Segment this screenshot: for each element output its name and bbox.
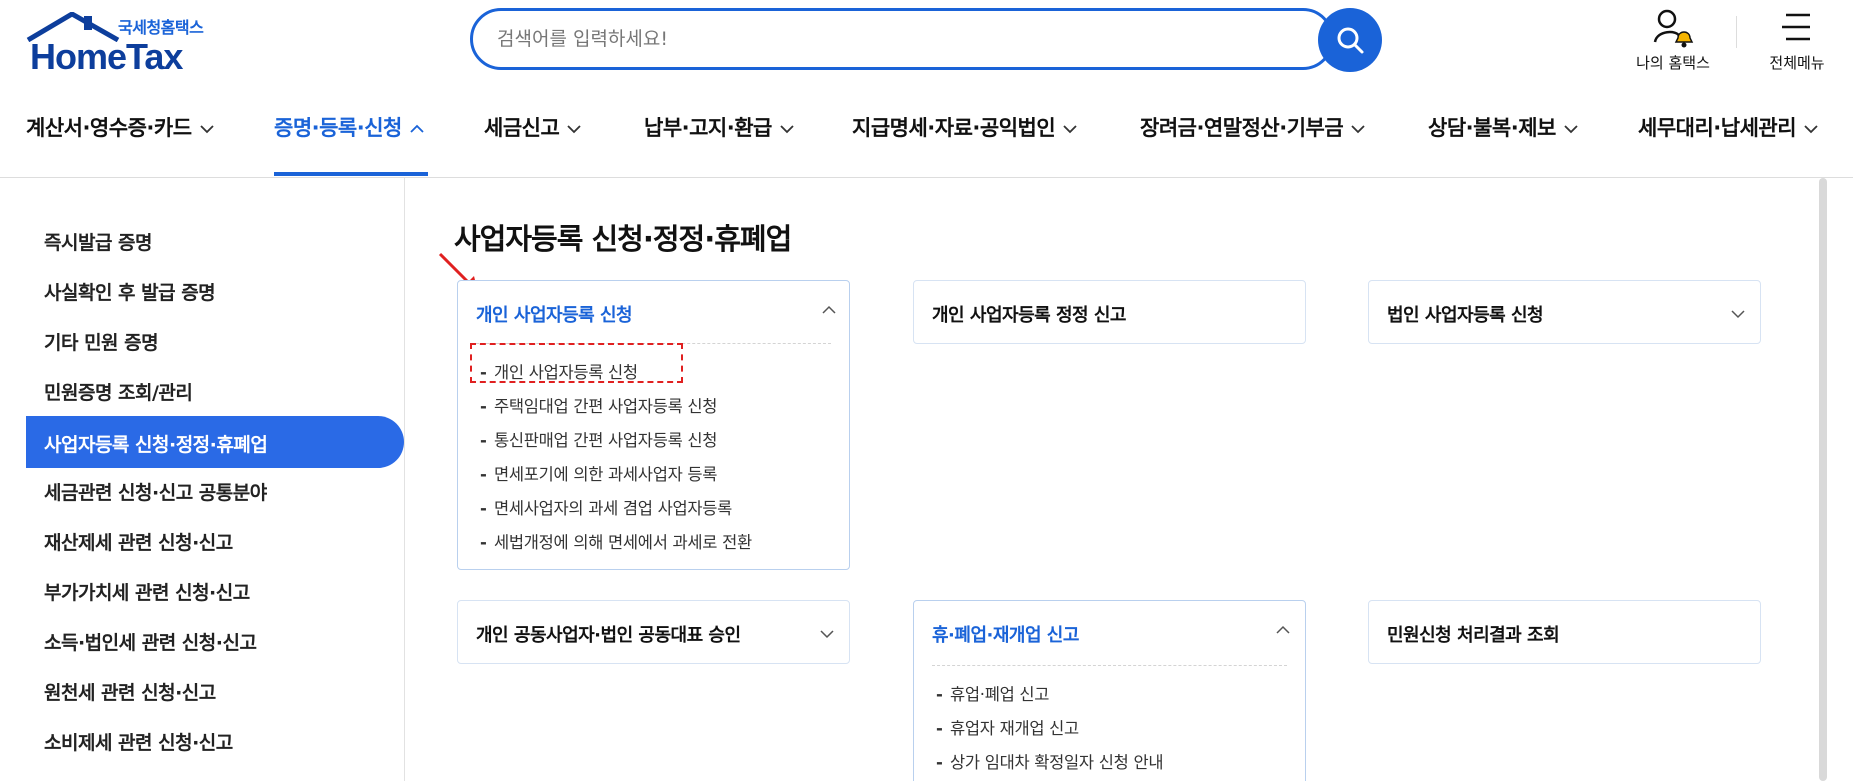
sidebar-item-common-tax[interactable]: 세금관련 신청·신고 공통분야 [44, 478, 267, 505]
card-title: 법인 사업자등록 신청 [1387, 305, 1544, 326]
sidebar-item-withholding-tax[interactable]: 원천세 관련 신청·신고 [44, 678, 216, 705]
my-hometax-label: 나의 홈택스 [1636, 54, 1710, 72]
card-corporate-registration[interactable]: 법인 사업자등록 신청 [1368, 280, 1761, 344]
chevron-down-icon [780, 125, 794, 134]
sidebar-item-vat[interactable]: 부가가치세 관련 신청·신고 [44, 578, 250, 605]
nav-item-label: 계산서·영수증·카드 [26, 116, 192, 140]
sidebar: 즉시발급 증명 사실확인 후 발급 증명 기타 민원 증명 민원증명 조회/관리… [0, 178, 405, 781]
nav-item-tax-agent[interactable]: 세무대리·납세관리 [1638, 112, 1818, 152]
nav-item-label: 지급명세·자료·공익법인 [852, 116, 1056, 140]
sidebar-item-consumption-tax[interactable]: 소비제세 관련 신청·신고 [44, 728, 233, 755]
search-input[interactable] [497, 11, 1197, 67]
nav-item-certificate-registration[interactable]: 증명·등록·신청 [274, 112, 424, 152]
card-title[interactable]: 휴·폐업·재개업 신고 [932, 621, 1079, 647]
sidebar-item-label: 사업자등록 신청·정정·휴폐업 [44, 434, 268, 456]
card-divider [932, 665, 1287, 666]
page-title: 사업자등록 신청·정정·휴폐업 [454, 222, 792, 256]
card-title: 개인 공동사업자·법인 공동대표 승인 [476, 625, 741, 646]
search-button[interactable] [1318, 8, 1382, 72]
chevron-up-icon [410, 124, 424, 133]
logo-wordmark: HomeTax [30, 36, 183, 77]
sidebar-item-income-corporate-tax[interactable]: 소득·법인세 관련 신청·신고 [44, 628, 257, 655]
all-menu-button[interactable]: 전체메뉴 [1760, 6, 1834, 72]
nav-item-label: 상담·불복·제보 [1428, 116, 1556, 140]
link-tax-law-conversion[interactable]: - 세법개정에 의해 면세에서 과세로 전환 [480, 529, 752, 553]
chevron-down-icon [820, 630, 834, 639]
sidebar-item-instant-certificate[interactable]: 즉시발급 증명 [44, 228, 153, 255]
nav-item-label: 세무대리·납세관리 [1638, 116, 1797, 140]
link-mail-order-registration[interactable]: - 통신판매업 간편 사업자등록 신청 [480, 427, 717, 451]
chevron-down-icon [1804, 125, 1818, 134]
page-scrollbar[interactable] [1819, 178, 1827, 781]
link-reopening-report[interactable]: - 휴업자 재개업 신고 [936, 715, 1079, 739]
logo-subtitle: 국세청홈택스 [118, 18, 204, 37]
all-menu-label: 전체메뉴 [1769, 54, 1825, 72]
sidebar-item-other-certificate[interactable]: 기타 민원 증명 [44, 328, 159, 355]
hometax-logo[interactable]: 국세청홈택스 HomeTax [24, 10, 224, 77]
search-bar [470, 8, 1334, 70]
card-individual-registration: 개인 사업자등록 신청 - 개인 사업자등록 신청 - 주택임대업 간편 사업자등록… [457, 280, 850, 570]
nav-item-payment-statement[interactable]: 지급명세·자료·공익법인 [852, 112, 1077, 152]
chevron-down-icon [567, 125, 581, 134]
sidebar-item-property-tax[interactable]: 재산제세 관련 신청·신고 [44, 528, 233, 555]
hamburger-icon [1782, 13, 1810, 41]
card-title: 민원신청 처리결과 조회 [1387, 625, 1560, 646]
chevron-up-icon[interactable] [1276, 625, 1290, 635]
nav-item-incentive-yearend[interactable]: 장려금·연말정산·기부금 [1140, 112, 1365, 152]
my-hometax-button[interactable]: 나의 홈택스 [1628, 6, 1718, 72]
chevron-down-icon [1063, 125, 1077, 134]
chevron-down-icon [1351, 125, 1365, 134]
nav-item-label: 납부·고지·환급 [644, 116, 772, 140]
card-individual-correction[interactable]: 개인 사업자등록 정정 신고 [913, 280, 1306, 344]
chevron-down-icon [1731, 310, 1745, 319]
card-joint-business-approval[interactable]: 개인 공동사업자·법인 공동대표 승인 [457, 600, 850, 664]
nav-item-payment-refund[interactable]: 납부·고지·환급 [644, 112, 794, 152]
link-concurrent-business[interactable]: - 면세사업자의 과세 겸업 사업자등록 [480, 495, 732, 519]
nav-item-consult-appeal[interactable]: 상담·불복·제보 [1428, 112, 1578, 152]
nav-item-invoice-receipt-card[interactable]: 계산서·영수증·카드 [26, 112, 214, 152]
link-suspension-closure-report[interactable]: - 휴업·폐업 신고 [936, 681, 1049, 705]
link-housing-rental-registration[interactable]: - 주택임대업 간편 사업자등록 신청 [480, 393, 717, 417]
nav-item-label: 세금신고 [484, 116, 560, 140]
nav-item-label: 장려금·연말정산·기부금 [1140, 116, 1344, 140]
nav-item-tax-filing[interactable]: 세금신고 [484, 112, 581, 152]
header-divider [1736, 16, 1737, 48]
sidebar-item-fact-check-certificate[interactable]: 사실확인 후 발급 증명 [44, 278, 216, 305]
nav-active-underline [274, 172, 428, 176]
card-suspension-closure: 휴·폐업·재개업 신고 - 휴업·폐업 신고 - 휴업자 재개업 신고 - 상가 임대… [913, 600, 1306, 781]
search-icon [1337, 27, 1364, 54]
card-title: 개인 사업자등록 정정 신고 [932, 305, 1126, 326]
link-tax-exempt-waiver[interactable]: - 면세포기에 의한 과세사업자 등록 [480, 461, 717, 485]
sidebar-item-certificate-manage[interactable]: 민원증명 조회/관리 [44, 378, 193, 405]
main-nav: 계산서·영수증·카드 증명·등록·신청 세금신고 납부·고지·환급 지급명세·자… [0, 100, 1853, 178]
chevron-down-icon [199, 125, 214, 134]
link-lease-fixed-date[interactable]: - 상가 임대차 확정일자 신청 안내 [936, 749, 1164, 773]
card-application-result[interactable]: 민원신청 처리결과 조회 [1368, 600, 1761, 664]
card-title[interactable]: 개인 사업자등록 신청 [476, 301, 633, 327]
chevron-down-icon [1564, 125, 1578, 134]
chevron-up-icon[interactable] [822, 305, 836, 315]
header: 국세청홈택스 HomeTax 나의 홈택스 전체메뉴 [0, 0, 1853, 86]
nav-item-label: 증명·등록·신청 [274, 116, 402, 140]
highlight-annotation-box [470, 343, 683, 383]
user-bell-icon [1653, 9, 1694, 48]
